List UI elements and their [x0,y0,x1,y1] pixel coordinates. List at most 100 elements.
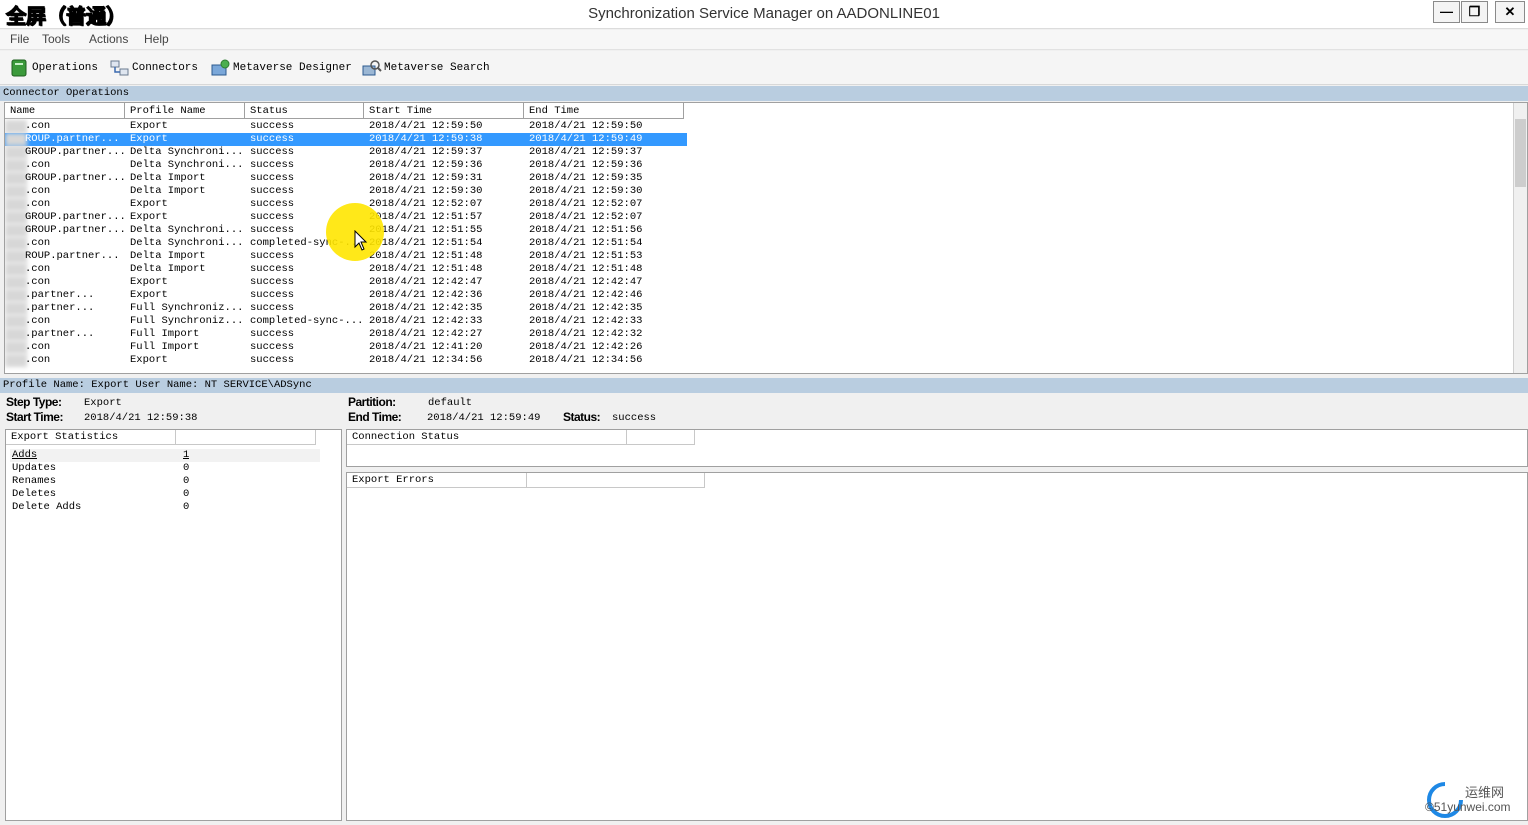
redacted-name [5,263,27,276]
stat-row-deletes: Deletes 0 [10,488,320,501]
stat-row-adds[interactable]: Adds 1 [10,449,320,462]
restore-button[interactable]: ❐ [1461,1,1488,23]
step-type-label: Step Type: [6,395,62,409]
operations-button[interactable]: Operations [10,57,98,79]
operations-grid[interactable]: Name Profile Name Status Start Time End … [4,102,1528,374]
cell-name: GROUP.partner... [25,146,125,158]
cell-status: success [250,146,295,158]
metaverse-designer-icon [211,59,230,77]
table-row[interactable]: .con Export success 2018/4/21 12:34:56 2018/… [5,354,687,367]
column-header-profile-name[interactable]: Profile Name [125,103,245,119]
table-row[interactable]: .partner... Export success 2018/4/21 12:42:… [5,289,687,302]
close-button[interactable]: ✕ [1495,1,1525,23]
cell-name: .con [25,315,51,327]
cell-name: .partner... [25,328,95,340]
metaverse-designer-button[interactable]: Metaverse Designer [211,57,352,79]
cell-status: success [250,172,295,184]
start-time-label: Start Time: [6,410,63,424]
cell-end: 2018/4/21 12:42:47 [529,276,643,288]
table-row[interactable]: .con Delta Synchroni... success 2018/4/21 1… [5,159,687,172]
menu-actions[interactable]: Actions [89,32,128,46]
column-header-start-time[interactable]: Start Time [364,103,524,119]
connection-status-panel[interactable]: Connection Status [346,429,1528,467]
cell-start: 2018/4/21 12:42:33 [369,315,483,327]
export-errors-extra-header[interactable] [527,473,705,488]
connection-status-header[interactable]: Connection Status [347,430,627,445]
column-header-status[interactable]: Status [245,103,364,119]
cell-status: success [250,133,295,145]
metaverse-search-label: Metaverse Search [384,62,490,74]
redacted-name [5,302,27,315]
status-value: success [612,412,657,424]
cell-profile: Full Synchroniz... [130,302,244,314]
cell-name: .con [25,120,51,132]
export-statistics-header[interactable]: Export Statistics [6,430,176,445]
cell-start: 2018/4/21 12:42:27 [369,328,483,340]
cell-name: .con [25,159,51,171]
stat-label[interactable]: Adds [12,449,37,462]
column-header-end-time[interactable]: End Time [524,103,684,119]
cell-profile: Delta Synchroni... [130,159,244,171]
export-errors-header[interactable]: Export Errors [347,473,527,488]
export-errors-panel[interactable]: Export Errors [346,472,1528,821]
cell-end: 2018/4/21 12:34:56 [529,354,643,366]
cell-end: 2018/4/21 12:52:07 [529,211,643,223]
start-time-value: 2018/4/21 12:59:38 [84,412,198,424]
cell-name: .con [25,185,51,197]
table-row[interactable]: .con Delta Import success 2018/4/21 12:51:4… [5,263,687,276]
operations-label: Operations [32,62,99,74]
cell-end: 2018/4/21 12:52:07 [529,198,643,210]
redacted-name [5,224,27,237]
metaverse-search-button[interactable]: Metaverse Search [362,57,490,79]
menu-tools[interactable]: Tools [42,32,70,46]
cell-start: 2018/4/21 12:59:38 [369,133,483,145]
cell-profile: Delta Synchroni... [130,237,244,249]
redacted-name [5,289,27,302]
cell-start: 2018/4/21 12:59:31 [369,172,483,184]
table-row[interactable]: .con Export success 2018/4/21 12:59:50 2018/… [5,120,687,133]
vertical-scrollbar[interactable] [1513,103,1527,373]
connection-status-extra-header[interactable] [627,430,695,445]
table-row[interactable]: .partner... Full Import success 2018/4/21 1… [5,328,687,341]
connector-operations-header: Connector Operations [0,86,1528,101]
cell-profile: Export [130,354,168,366]
watermark-logo: 运维网 ©51yunwei.com [1425,780,1525,820]
status-label: Status: [563,410,601,424]
cell-end: 2018/4/21 12:51:56 [529,224,643,236]
table-row[interactable]: GROUP.partner... Delta Import success 2018/… [5,172,687,185]
cell-start: 2018/4/21 12:59:50 [369,120,483,132]
watermark-line2: ©51yunwei.com [1425,800,1511,814]
redacted-name [5,120,27,133]
cell-profile: Delta Import [130,263,206,275]
export-statistics-panel[interactable]: Export Statistics Adds 1 Updates 0 Renam… [5,429,342,821]
table-row[interactable]: .con Delta Import success 2018/4/21 12:59:3… [5,185,687,198]
connectors-button[interactable]: Connectors [110,57,198,79]
window-title: Synchronization Service Manager on AADON… [588,5,940,22]
scrollbar-thumb[interactable] [1515,119,1526,187]
cell-end: 2018/4/21 12:42:35 [529,302,643,314]
table-row[interactable]: ROUP.partner... Export success 2018/4/21 12… [5,133,687,146]
redacted-name [5,341,27,354]
table-row[interactable]: GROUP.partner... Delta Synchroni... succes… [5,146,687,159]
redacted-name [5,146,27,159]
cell-end: 2018/4/21 12:51:48 [529,263,643,275]
column-header-name[interactable]: Name [5,103,125,119]
stat-label: Delete Adds [12,501,82,513]
cell-start: 2018/4/21 12:51:57 [369,211,483,223]
cell-name: .partner... [25,302,95,314]
menu-help[interactable]: Help [144,32,169,46]
table-row[interactable]: .con Full Import success 2018/4/21 12:41:20… [5,341,687,354]
minimize-button[interactable]: — [1433,1,1460,23]
table-row[interactable]: .con Full Synchroniz... completed-sync-...… [5,315,687,328]
table-row[interactable]: .con Export success 2018/4/21 12:42:47 2018/… [5,276,687,289]
cell-status: success [250,302,295,314]
menu-file[interactable]: File [10,32,29,46]
redacted-name [5,237,27,250]
cell-end: 2018/4/21 12:42:32 [529,328,643,340]
stat-value[interactable]: 1 [183,449,189,462]
cell-profile: Delta Synchroni... [130,146,244,158]
export-statistics-value-header[interactable] [176,430,316,445]
table-row[interactable]: .partner... Full Synchroniz... success 2018… [5,302,687,315]
cell-end: 2018/4/21 12:59:30 [529,185,643,197]
cell-profile: Export [130,289,168,301]
